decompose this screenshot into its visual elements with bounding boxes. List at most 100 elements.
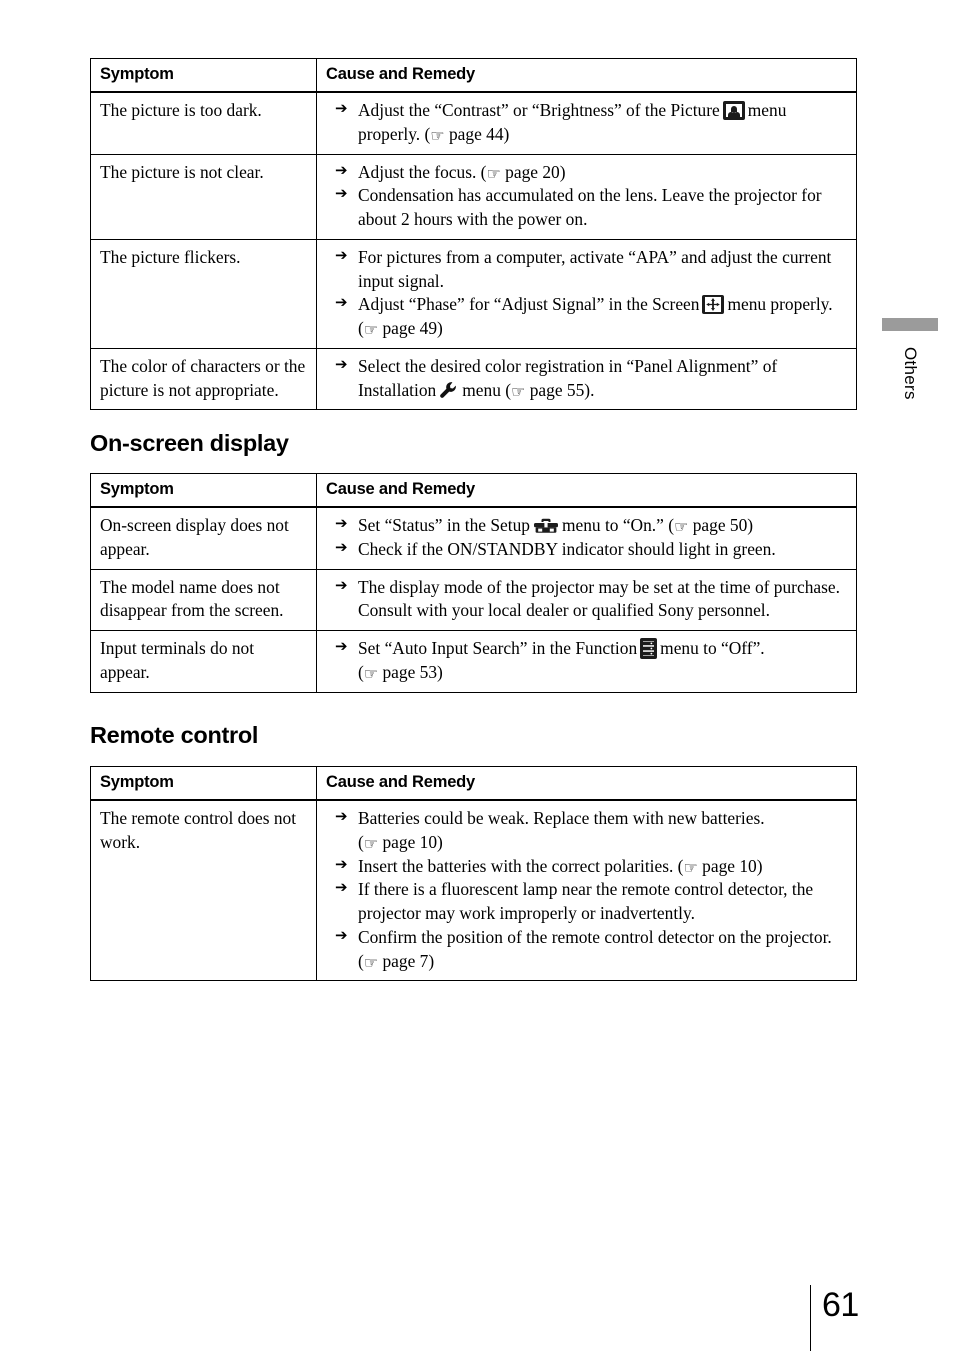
page-reference-label: page 44) <box>444 123 510 144</box>
remedy-cell: ➔ Select the desired color registration i… <box>316 347 857 411</box>
table-row: On-screen display does not appear. ➔ Set “… <box>90 506 857 570</box>
document-page: Others Symptom Cause and Remedy The pict… <box>0 0 954 1352</box>
table-body: On-screen display does not appear. ➔ Set “… <box>90 506 857 693</box>
remedy-text-post: menu to “On.” ( <box>561 515 675 535</box>
remedy-cell: ➔ For pictures from a computer, activate … <box>316 238 857 349</box>
remedy-item: ➔ Adjust the focus. (☞ page 20) <box>335 161 848 185</box>
column-header-cause-remedy: Cause and Remedy <box>316 58 857 93</box>
page-reference-label: page 49) <box>378 318 443 338</box>
remedy-item: ➔ The display mode of the projector may b… <box>335 576 848 624</box>
page-reference: ☞ page 10) <box>364 832 443 853</box>
column-header-symptom: Symptom <box>90 766 317 801</box>
remedy-text-pre: Adjust “Phase” for “Adjust Signal” in th… <box>358 294 700 315</box>
remedy-text: For pictures from a computer, activate “… <box>358 246 848 294</box>
side-thumb-tab: Others <box>882 318 938 405</box>
remedy-text-pre: Condensation has accumulated on the lens… <box>358 185 822 229</box>
toolbox-icon <box>533 516 559 535</box>
remedy-cell: ➔ Adjust the focus. (☞ page 20) ➔ Condensat… <box>316 153 857 240</box>
arrow-right-icon: ➔ <box>335 878 348 897</box>
symptom-cell: The picture is not clear. <box>90 153 317 240</box>
remedy-item: ➔ Adjust the “Contrast” or “Brightness” o… <box>335 99 848 147</box>
remedy-text-pre: Insert the batteries with the correct po… <box>358 855 684 876</box>
page-reference: ☞ page 10) <box>683 855 763 877</box>
arrow-right-icon: ➔ <box>335 854 348 873</box>
page-reference: ☞ page 50) <box>674 515 754 536</box>
section-heading-on-screen-display: On-screen display <box>90 430 289 456</box>
arrow-right-icon: ➔ <box>335 99 348 117</box>
remedy-text-pre: Set “Status” in the Setup <box>358 515 530 535</box>
table-row: Input terminals do not appear. ➔ Set “Auto… <box>90 630 857 693</box>
arrow-right-icon: ➔ <box>335 514 348 532</box>
thumb-tab-bar <box>882 318 938 331</box>
remedy-text: Condensation has accumulated on the lens… <box>358 184 848 232</box>
remedy-item: ➔ Condensation has accumulated on the len… <box>335 184 848 232</box>
remedy-text: Insert the batteries with the correct po… <box>358 855 848 879</box>
screen-menu-icon <box>702 295 725 315</box>
troubleshooting-table-remote-control: Symptom Cause and Remedy The remote cont… <box>90 766 857 982</box>
remedy-item: ➔ Confirm the position of the remote cont… <box>335 926 848 974</box>
table-row: The color of characters or the picture i… <box>90 347 857 411</box>
pointing-hand-icon: ☞ <box>363 663 379 683</box>
troubleshooting-table-on-screen-display: Symptom Cause and Remedy On-screen displ… <box>90 473 857 693</box>
remedy-cell: ➔ Adjust the “Contrast” or “Brightness” o… <box>316 91 857 155</box>
remedy-item: ➔ Set “Auto Input Search” in the Function… <box>335 637 848 685</box>
arrow-right-icon: ➔ <box>335 160 348 179</box>
remedy-text-pre: Adjust the focus. ( <box>358 161 487 182</box>
page-reference: ☞ page 49) <box>363 318 443 339</box>
remedy-text-post: menu ( <box>462 379 512 400</box>
symptom-cell: The remote control does not work. <box>90 799 317 982</box>
page-reference-label: page 20) <box>500 161 566 182</box>
remedy-item: ➔ Adjust “Phase” for “Adjust Signal” in t… <box>335 293 848 341</box>
symptom-cell: On-screen display does not appear. <box>90 506 317 570</box>
remedy-item: ➔ Select the desired color registration i… <box>335 355 848 403</box>
table-row: The picture flickers. ➔ For pictures from … <box>90 238 857 349</box>
arrow-right-icon: ➔ <box>335 575 348 594</box>
table-row: The remote control does not work. ➔ Batter… <box>90 799 857 982</box>
page-reference: ☞ page 7) <box>363 950 435 972</box>
pointing-hand-icon: ☞ <box>363 952 379 972</box>
remedy-text: Adjust the “Contrast” or “Brightness” of… <box>358 99 848 147</box>
page-reference: ☞ page 53) <box>363 661 443 683</box>
remedy-text-pre: Check if the ON/STANDBY indicator should… <box>358 538 776 559</box>
remedy-text: Adjust the focus. (☞ page 20) <box>358 161 848 185</box>
table-header-row: Symptom Cause and Remedy <box>90 473 857 508</box>
remedy-item: ➔ If there is a fluorescent lamp near the… <box>335 878 848 926</box>
page-reference: ☞ page 20) <box>486 161 566 183</box>
remedy-cell: ➔ Set “Auto Input Search” in the Function… <box>316 630 857 693</box>
page-reference-label: page 50) <box>688 515 754 535</box>
page-reference-label: page 53) <box>378 661 443 682</box>
remedy-item: ➔ Set “Status” in the Setup menu to “On.” … <box>335 514 848 538</box>
symptom-cell: The picture flickers. <box>90 238 317 349</box>
page-reference-label: page 7) <box>378 950 435 971</box>
symptom-cell: The model name does not disappear from t… <box>90 568 317 631</box>
troubleshooting-table-picture: Symptom Cause and Remedy The picture is … <box>90 58 857 411</box>
remedy-text: If there is a fluorescent lamp near the … <box>358 878 848 926</box>
pointing-hand-icon: ☞ <box>674 517 689 536</box>
page-reference-label: page 55). <box>525 379 595 400</box>
pointing-hand-icon: ☞ <box>363 320 379 339</box>
pointing-hand-icon: ☞ <box>511 381 526 401</box>
arrow-right-icon: ➔ <box>335 293 348 312</box>
remedy-cell: ➔ Set “Status” in the Setup menu to “On.” … <box>316 506 857 570</box>
symptom-cell: The color of characters or the picture i… <box>90 347 317 411</box>
symptom-cell: Input terminals do not appear. <box>90 630 317 693</box>
remedy-text: Batteries could be weak. Replace them wi… <box>358 807 848 855</box>
wrench-icon <box>439 381 459 400</box>
column-header-cause-remedy: Cause and Remedy <box>316 766 857 801</box>
remedy-text: The display mode of the projector may be… <box>358 576 848 624</box>
picture-menu-icon <box>722 101 745 120</box>
column-header-cause-remedy: Cause and Remedy <box>316 473 857 508</box>
page-number: 61 <box>822 1286 859 1324</box>
table-row: The picture is too dark. ➔ Adjust the “Con… <box>90 91 857 155</box>
remedy-text-pre: For pictures from a computer, activate “… <box>358 246 832 291</box>
section-heading-remote-control: Remote control <box>90 722 259 748</box>
remedy-text-pre: If there is a fluorescent lamp near the … <box>358 879 814 923</box>
remedy-item: ➔ Check if the ON/STANDBY indicator shoul… <box>335 538 848 562</box>
remedy-text: Adjust “Phase” for “Adjust Signal” in th… <box>358 293 848 341</box>
arrow-right-icon: ➔ <box>335 354 348 373</box>
remedy-item: ➔ Insert the batteries with the correct p… <box>335 855 848 879</box>
page-reference-label: page 10) <box>697 855 763 876</box>
arrow-right-icon: ➔ <box>335 537 348 556</box>
remedy-cell: ➔ The display mode of the projector may b… <box>316 568 857 631</box>
arrow-right-icon: ➔ <box>335 637 348 655</box>
